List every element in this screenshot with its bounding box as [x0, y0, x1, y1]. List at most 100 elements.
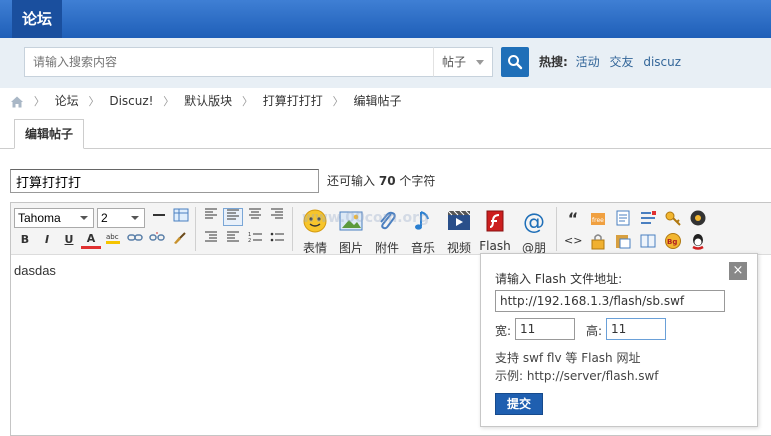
align-right-button[interactable] [267, 208, 287, 226]
remaining-chars: 还可输入 70 个字符 [327, 172, 435, 189]
video-button[interactable]: 视频 [441, 206, 477, 255]
align-right-icon [271, 208, 283, 219]
outdent-button[interactable] [223, 231, 243, 249]
flash-button[interactable]: Flash [477, 206, 513, 253]
toolbar-divider [556, 207, 557, 251]
lock-icon[interactable] [589, 232, 607, 250]
tab-edit-post[interactable]: 编辑帖子 [14, 119, 85, 149]
watermark: www.00com.org [302, 210, 430, 226]
editor-content[interactable]: dasdas [14, 263, 56, 278]
attachment-label: 附件 [374, 241, 399, 255]
breadcrumb-current: 编辑帖子 [353, 94, 402, 108]
tab-divider [0, 148, 771, 149]
bold-button[interactable]: B [15, 231, 35, 249]
font-family-select[interactable]: Tahoma [14, 208, 94, 228]
flash-example-tip: 示例: http://server/flash.swf [495, 369, 659, 383]
search-icon [508, 55, 523, 70]
breadcrumb-separator: 〉 [241, 95, 253, 108]
video-icon [447, 210, 471, 230]
search-bar: 帖子 热搜: 活动 交友 discuz [0, 38, 771, 88]
table-icon [173, 208, 189, 222]
badge-icon[interactable]: Bg [664, 232, 682, 250]
indent-button[interactable] [201, 231, 221, 249]
underline-button[interactable]: U [59, 231, 79, 249]
image-label: 图片 [338, 241, 363, 255]
close-icon[interactable]: × [729, 262, 747, 280]
media-disc-icon[interactable] [689, 209, 707, 227]
svg-text:Bg: Bg [667, 238, 677, 246]
hot-link-discuz[interactable]: discuz [643, 55, 681, 69]
svg-text:abc: abc [106, 233, 119, 241]
code-button[interactable]: <> [564, 232, 582, 250]
chevron-down-icon [80, 216, 88, 220]
unlink-icon [149, 232, 165, 241]
columns-icon[interactable] [639, 232, 657, 250]
search-button[interactable] [501, 47, 529, 77]
flash-label: Flash [479, 239, 511, 253]
horizontal-rule-icon [153, 214, 165, 216]
home-icon[interactable] [10, 95, 24, 109]
align-left-icon [205, 208, 217, 219]
flash-dialog: × 请输入 Flash 文件地址: 宽: 高: 支持 swf flv 等 Fla… [480, 253, 758, 427]
breadcrumb-thread[interactable]: 打算打打打 [263, 94, 323, 108]
horizontal-rule-button[interactable] [149, 208, 169, 226]
link-button[interactable] [125, 231, 145, 249]
ordered-list-button[interactable]: 12 [245, 231, 265, 249]
clear-format-button[interactable] [169, 231, 189, 249]
subject-input[interactable] [10, 169, 319, 193]
breadcrumb-separator: 〉 [163, 95, 175, 108]
table-button[interactable] [171, 208, 191, 226]
align-left-button[interactable] [201, 208, 221, 226]
toolbar-divider [195, 207, 196, 251]
flash-icon [486, 210, 504, 232]
video-label: 视频 [446, 241, 471, 255]
bullet-list-icon [270, 232, 284, 242]
breadcrumb-separator: 〉 [332, 95, 344, 108]
align-justify-button[interactable] [223, 208, 243, 226]
unordered-list-button[interactable] [267, 231, 287, 249]
background-color-button[interactable]: abc [103, 231, 123, 249]
page-break-icon[interactable] [614, 209, 632, 227]
qq-icon[interactable] [689, 232, 707, 250]
quote-button[interactable]: “ [564, 210, 582, 228]
width-input[interactable] [515, 318, 575, 340]
search-input[interactable] [24, 47, 434, 77]
align-center-button[interactable] [245, 208, 265, 226]
emoticon-label: 表情 [302, 241, 327, 255]
submit-button[interactable]: 提交 [495, 393, 543, 415]
horizontal-line-icon[interactable] [639, 209, 657, 227]
font-size-select[interactable]: 2 [97, 208, 145, 228]
breadcrumb-default-board[interactable]: 默认版块 [184, 94, 232, 108]
flash-support-tip: 支持 swf flv 等 Flash 网址 [495, 351, 641, 365]
breadcrumb-discuz[interactable]: Discuz! [109, 94, 153, 108]
toolbar-divider [292, 207, 293, 251]
forum-title[interactable]: 论坛 [12, 0, 63, 38]
svg-text:@: @ [523, 210, 545, 234]
height-label: 高: [586, 324, 603, 338]
font-color-button[interactable]: A [81, 231, 101, 249]
free-content-icon[interactable]: free [589, 209, 607, 227]
music-label: 音乐 [410, 241, 435, 255]
hot-search: 热搜: 活动 交友 discuz [539, 47, 687, 77]
font-family-value: Tahoma [18, 211, 61, 225]
key-icon[interactable] [664, 209, 682, 227]
paste-icon[interactable] [614, 232, 632, 250]
breadcrumb-forum[interactable]: 论坛 [55, 94, 79, 108]
italic-button[interactable]: I [37, 231, 57, 249]
highlight-icon: abc [106, 233, 120, 244]
unlink-button[interactable] [147, 231, 167, 249]
brush-icon [174, 232, 186, 244]
outdent-icon [227, 231, 239, 242]
hot-link-friends[interactable]: 交友 [609, 55, 633, 69]
flash-url-input[interactable] [495, 290, 725, 312]
search-type-select[interactable]: 帖子 [433, 47, 493, 77]
flash-dialog-title: 请输入 Flash 文件地址: [495, 272, 623, 286]
width-label: 宽: [495, 324, 512, 338]
breadcrumb-separator: 〉 [33, 95, 45, 108]
hot-link-activity[interactable]: 活动 [576, 55, 600, 69]
top-header: 论坛 [0, 0, 771, 38]
chevron-down-icon [476, 60, 484, 65]
height-input[interactable] [606, 318, 666, 340]
search-type-label: 帖子 [442, 55, 467, 69]
mention-button[interactable]: @ @朋 [516, 206, 552, 255]
